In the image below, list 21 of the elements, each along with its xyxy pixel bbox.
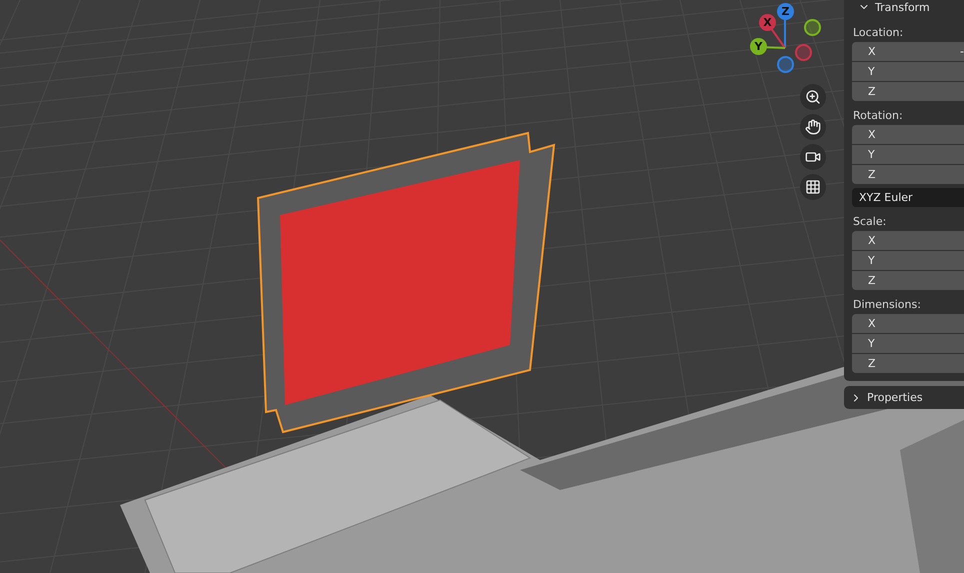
gizmo-negative-axis-handle[interactable] <box>777 56 794 73</box>
gizmo-negative-axis-handle[interactable] <box>804 19 821 36</box>
number-field[interactable]: X <box>852 314 964 333</box>
number-field[interactable]: Y <box>852 145 964 164</box>
group-label: Location: <box>853 26 904 39</box>
rotation-mode-dropdown[interactable]: XYZ Euler <box>852 188 964 207</box>
number-field[interactable]: Z <box>852 271 964 290</box>
number-field[interactable]: X - <box>852 42 964 61</box>
properties-header[interactable]: Properties <box>844 386 964 409</box>
group-label: Scale: <box>853 215 888 228</box>
number-field[interactable]: Z <box>852 82 964 101</box>
number-field[interactable]: Y <box>852 251 964 270</box>
group-label: Rotation: <box>853 109 904 122</box>
gizmo-negative-axis-handle[interactable] <box>795 44 812 61</box>
number-field[interactable]: Y <box>852 334 964 353</box>
number-field[interactable]: X <box>852 231 964 250</box>
number-field[interactable]: Z <box>852 165 964 184</box>
group-label: Dimensions: <box>853 298 922 311</box>
number-field[interactable]: X <box>852 125 964 144</box>
number-field[interactable]: Z <box>852 354 964 373</box>
number-field[interactable]: Y <box>852 62 964 81</box>
